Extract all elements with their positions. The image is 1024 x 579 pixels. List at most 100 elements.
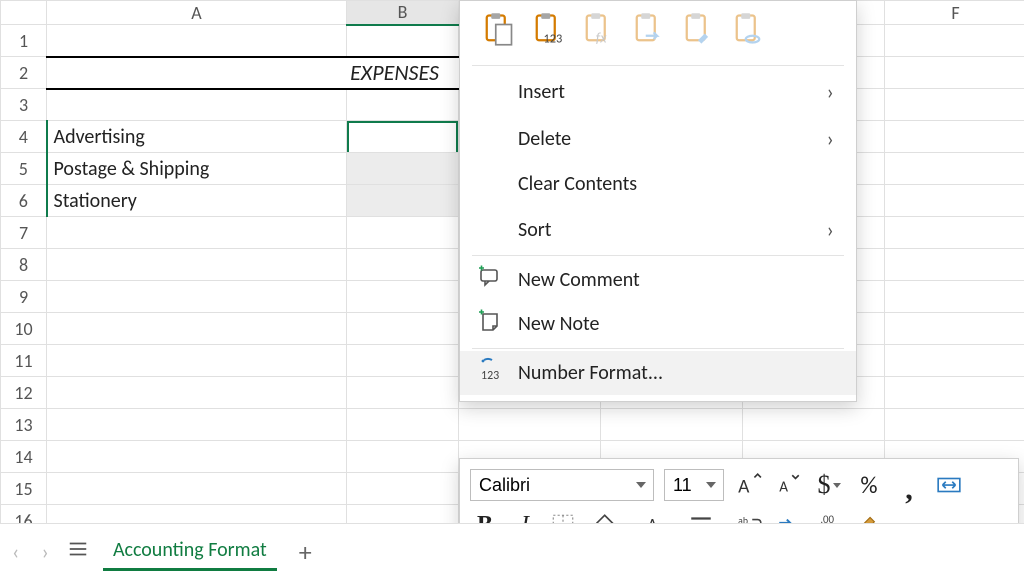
cell-a4[interactable]: Advertising <box>47 121 347 153</box>
merge-center-button[interactable] <box>934 470 964 500</box>
percent-format-button[interactable]: % <box>854 470 884 500</box>
cell-a6[interactable]: Stationery <box>47 185 347 217</box>
chevron-right-icon: › <box>827 78 834 105</box>
cell[interactable] <box>47 409 347 441</box>
font-size-select[interactable] <box>664 469 724 501</box>
cell[interactable] <box>347 249 459 281</box>
cell[interactable] <box>885 121 1024 153</box>
cell[interactable] <box>47 345 347 377</box>
row-header-3[interactable]: 3 <box>1 89 47 121</box>
menu-item-delete[interactable]: Delete › <box>460 115 856 162</box>
tab-nav-prev[interactable]: ‹ <box>8 534 23 569</box>
cell[interactable] <box>47 473 347 505</box>
cell[interactable] <box>347 217 459 249</box>
sheet-tabs-bar: ‹ › Accounting Format + <box>0 523 1024 579</box>
menu-item-clear-contents[interactable]: Clear Contents <box>460 162 856 206</box>
row-header-13[interactable]: 13 <box>1 409 47 441</box>
cell[interactable] <box>885 281 1024 313</box>
cell[interactable] <box>347 313 459 345</box>
cell[interactable] <box>347 345 459 377</box>
cell-b4[interactable] <box>347 121 459 153</box>
paste-icon[interactable] <box>480 11 516 53</box>
menu-item-insert[interactable]: Insert › <box>460 68 856 115</box>
cell[interactable] <box>47 217 347 249</box>
cell[interactable] <box>885 25 1024 57</box>
cell[interactable] <box>885 313 1024 345</box>
row-header-7[interactable]: 7 <box>1 217 47 249</box>
percent-icon: % <box>860 471 877 500</box>
paste-transpose-icon[interactable] <box>630 11 666 53</box>
accounting-format-button[interactable]: $ <box>814 470 844 500</box>
cell-b5[interactable] <box>347 153 459 185</box>
decrease-font-button[interactable]: A <box>774 470 804 500</box>
tab-nav-next[interactable]: › <box>37 534 52 569</box>
cell[interactable] <box>885 377 1024 409</box>
cell[interactable] <box>885 57 1024 89</box>
cell[interactable] <box>47 281 347 313</box>
cell[interactable] <box>885 249 1024 281</box>
col-header-f[interactable]: F <box>885 1 1024 25</box>
cell[interactable] <box>601 409 743 441</box>
cell[interactable] <box>47 249 347 281</box>
row-header-10[interactable]: 10 <box>1 313 47 345</box>
cell[interactable] <box>885 409 1024 441</box>
cell[interactable] <box>47 89 347 121</box>
cell[interactable] <box>885 185 1024 217</box>
cell[interactable] <box>347 441 459 473</box>
chevron-right-icon: › <box>827 125 834 152</box>
all-sheets-button[interactable] <box>67 538 89 566</box>
comma-format-button[interactable]: , <box>894 470 924 500</box>
cell[interactable] <box>885 153 1024 185</box>
cell[interactable] <box>347 473 459 505</box>
cell-a5[interactable]: Postage & Shipping <box>47 153 347 185</box>
cell[interactable] <box>743 409 885 441</box>
cell[interactable] <box>885 345 1024 377</box>
paste-link-icon[interactable] <box>730 11 766 53</box>
row-header-15[interactable]: 15 <box>1 473 47 505</box>
add-sheet-button[interactable]: + <box>291 536 320 568</box>
menu-item-new-note[interactable]: New Note <box>460 302 856 346</box>
row-header-14[interactable]: 14 <box>1 441 47 473</box>
menu-item-number-format[interactable]: 123 Number Format... <box>460 351 856 395</box>
row-header-1[interactable]: 1 <box>1 25 47 57</box>
menu-label: Delete <box>518 127 571 151</box>
cell[interactable] <box>47 377 347 409</box>
row-header-12[interactable]: 12 <box>1 377 47 409</box>
comma-icon: , <box>905 475 913 495</box>
menu-item-sort[interactable]: Sort › <box>460 206 856 253</box>
col-header-b[interactable]: B <box>347 1 459 25</box>
row-header-8[interactable]: 8 <box>1 249 47 281</box>
cell[interactable] <box>459 409 601 441</box>
font-select[interactable] <box>470 469 654 501</box>
sheet-tab-active[interactable]: Accounting Format <box>103 532 277 571</box>
cell[interactable] <box>347 25 459 57</box>
svg-text:fx: fx <box>596 29 607 47</box>
cell[interactable] <box>885 217 1024 249</box>
row-header-5[interactable]: 5 <box>1 153 47 185</box>
increase-font-button[interactable]: A <box>734 470 764 500</box>
cell[interactable] <box>885 89 1024 121</box>
menu-item-new-comment[interactable]: New Comment <box>460 258 856 302</box>
comment-icon <box>478 265 502 295</box>
cell[interactable] <box>347 89 459 121</box>
cell[interactable] <box>47 25 347 57</box>
paste-formulas-icon[interactable]: fx <box>580 11 616 53</box>
menu-label: New Note <box>518 312 599 336</box>
cell[interactable] <box>47 313 347 345</box>
menu-label: Sort <box>518 218 551 242</box>
cell[interactable] <box>347 409 459 441</box>
menu-label: New Comment <box>518 268 640 292</box>
row-header-4[interactable]: 4 <box>1 121 47 153</box>
cell[interactable] <box>47 441 347 473</box>
paste-formatting-icon[interactable] <box>680 11 716 53</box>
row-header-9[interactable]: 9 <box>1 281 47 313</box>
cell-b6[interactable] <box>347 185 459 217</box>
row-header-11[interactable]: 11 <box>1 345 47 377</box>
cell[interactable] <box>347 377 459 409</box>
row-header-2[interactable]: 2 <box>1 57 47 89</box>
row-header-6[interactable]: 6 <box>1 185 47 217</box>
col-header-a[interactable]: A <box>47 1 347 25</box>
cell[interactable] <box>347 281 459 313</box>
select-all-corner[interactable] <box>1 1 47 25</box>
paste-values-icon[interactable]: 123 <box>530 11 566 53</box>
